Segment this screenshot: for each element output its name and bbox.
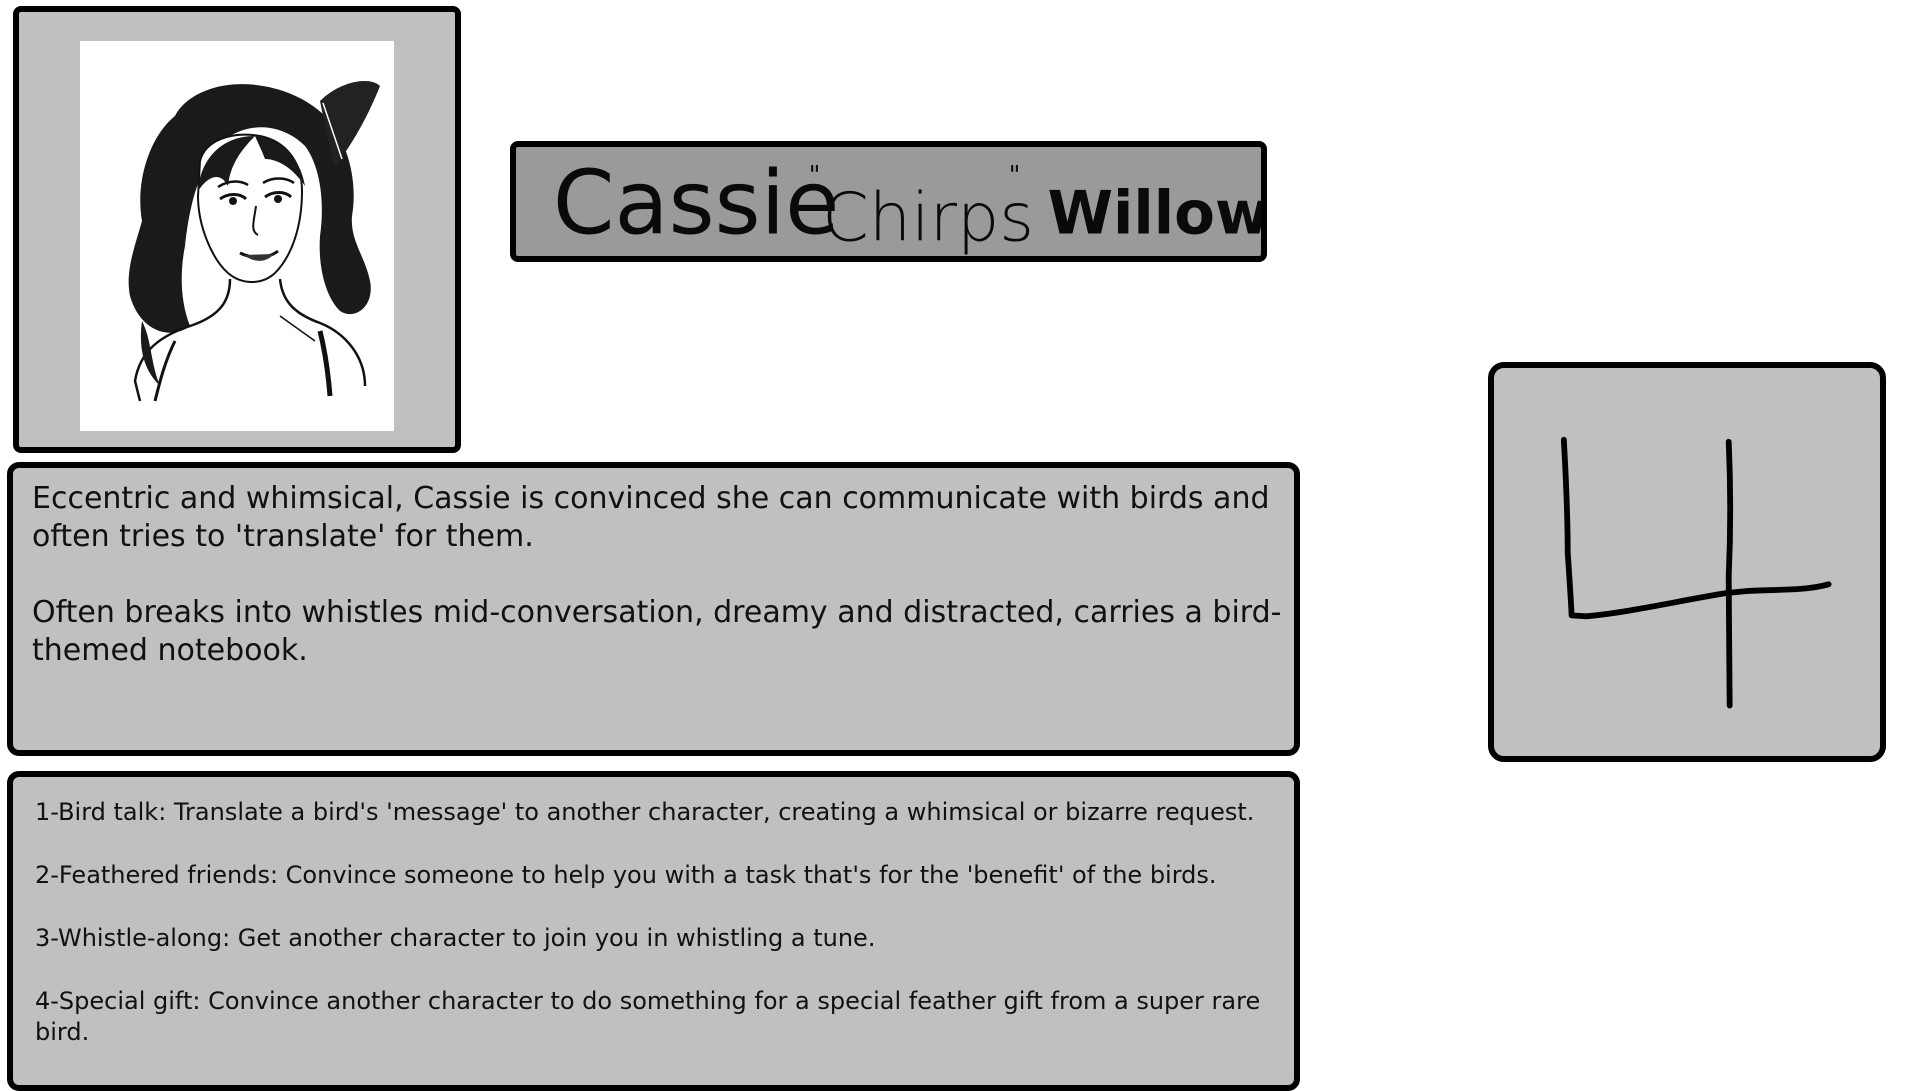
description-paragraph: Often breaks into whistles mid-conversat… [32,595,1282,668]
ability-item: 2-Feathered friends: Convince someone to… [35,861,1217,889]
portrait-image [80,41,394,431]
abilities-panel: 1-Bird talk: Translate a bird's 'message… [7,771,1300,1091]
number-card: 4 [1488,362,1886,762]
ability-item: 3-Whistle-along: Get another character t… [35,924,876,952]
ability-item: 1-Bird talk: Translate a bird's 'message… [35,798,1255,826]
name-last: Willow [1047,179,1261,248]
description-paragraph: Eccentric and whimsical, Cassie is convi… [32,481,1280,554]
name-nickname: Chirps [822,179,1034,256]
open-quote: " [809,160,821,189]
name-first: Cassie [553,151,840,254]
character-name-banner: Cassie " Chirps " Willow [510,141,1267,262]
number-four-handwritten: 4 [1560,436,1832,709]
close-quote: " [1009,160,1021,189]
ability-item: 4-Special gift: Convince another charact… [35,987,1261,1046]
character-name: Cassie " Chirps " Willow [553,151,1261,256]
description-panel: Eccentric and whimsical, Cassie is convi… [7,462,1300,756]
woman-portrait-icon [128,81,380,402]
portrait-card [13,6,461,453]
